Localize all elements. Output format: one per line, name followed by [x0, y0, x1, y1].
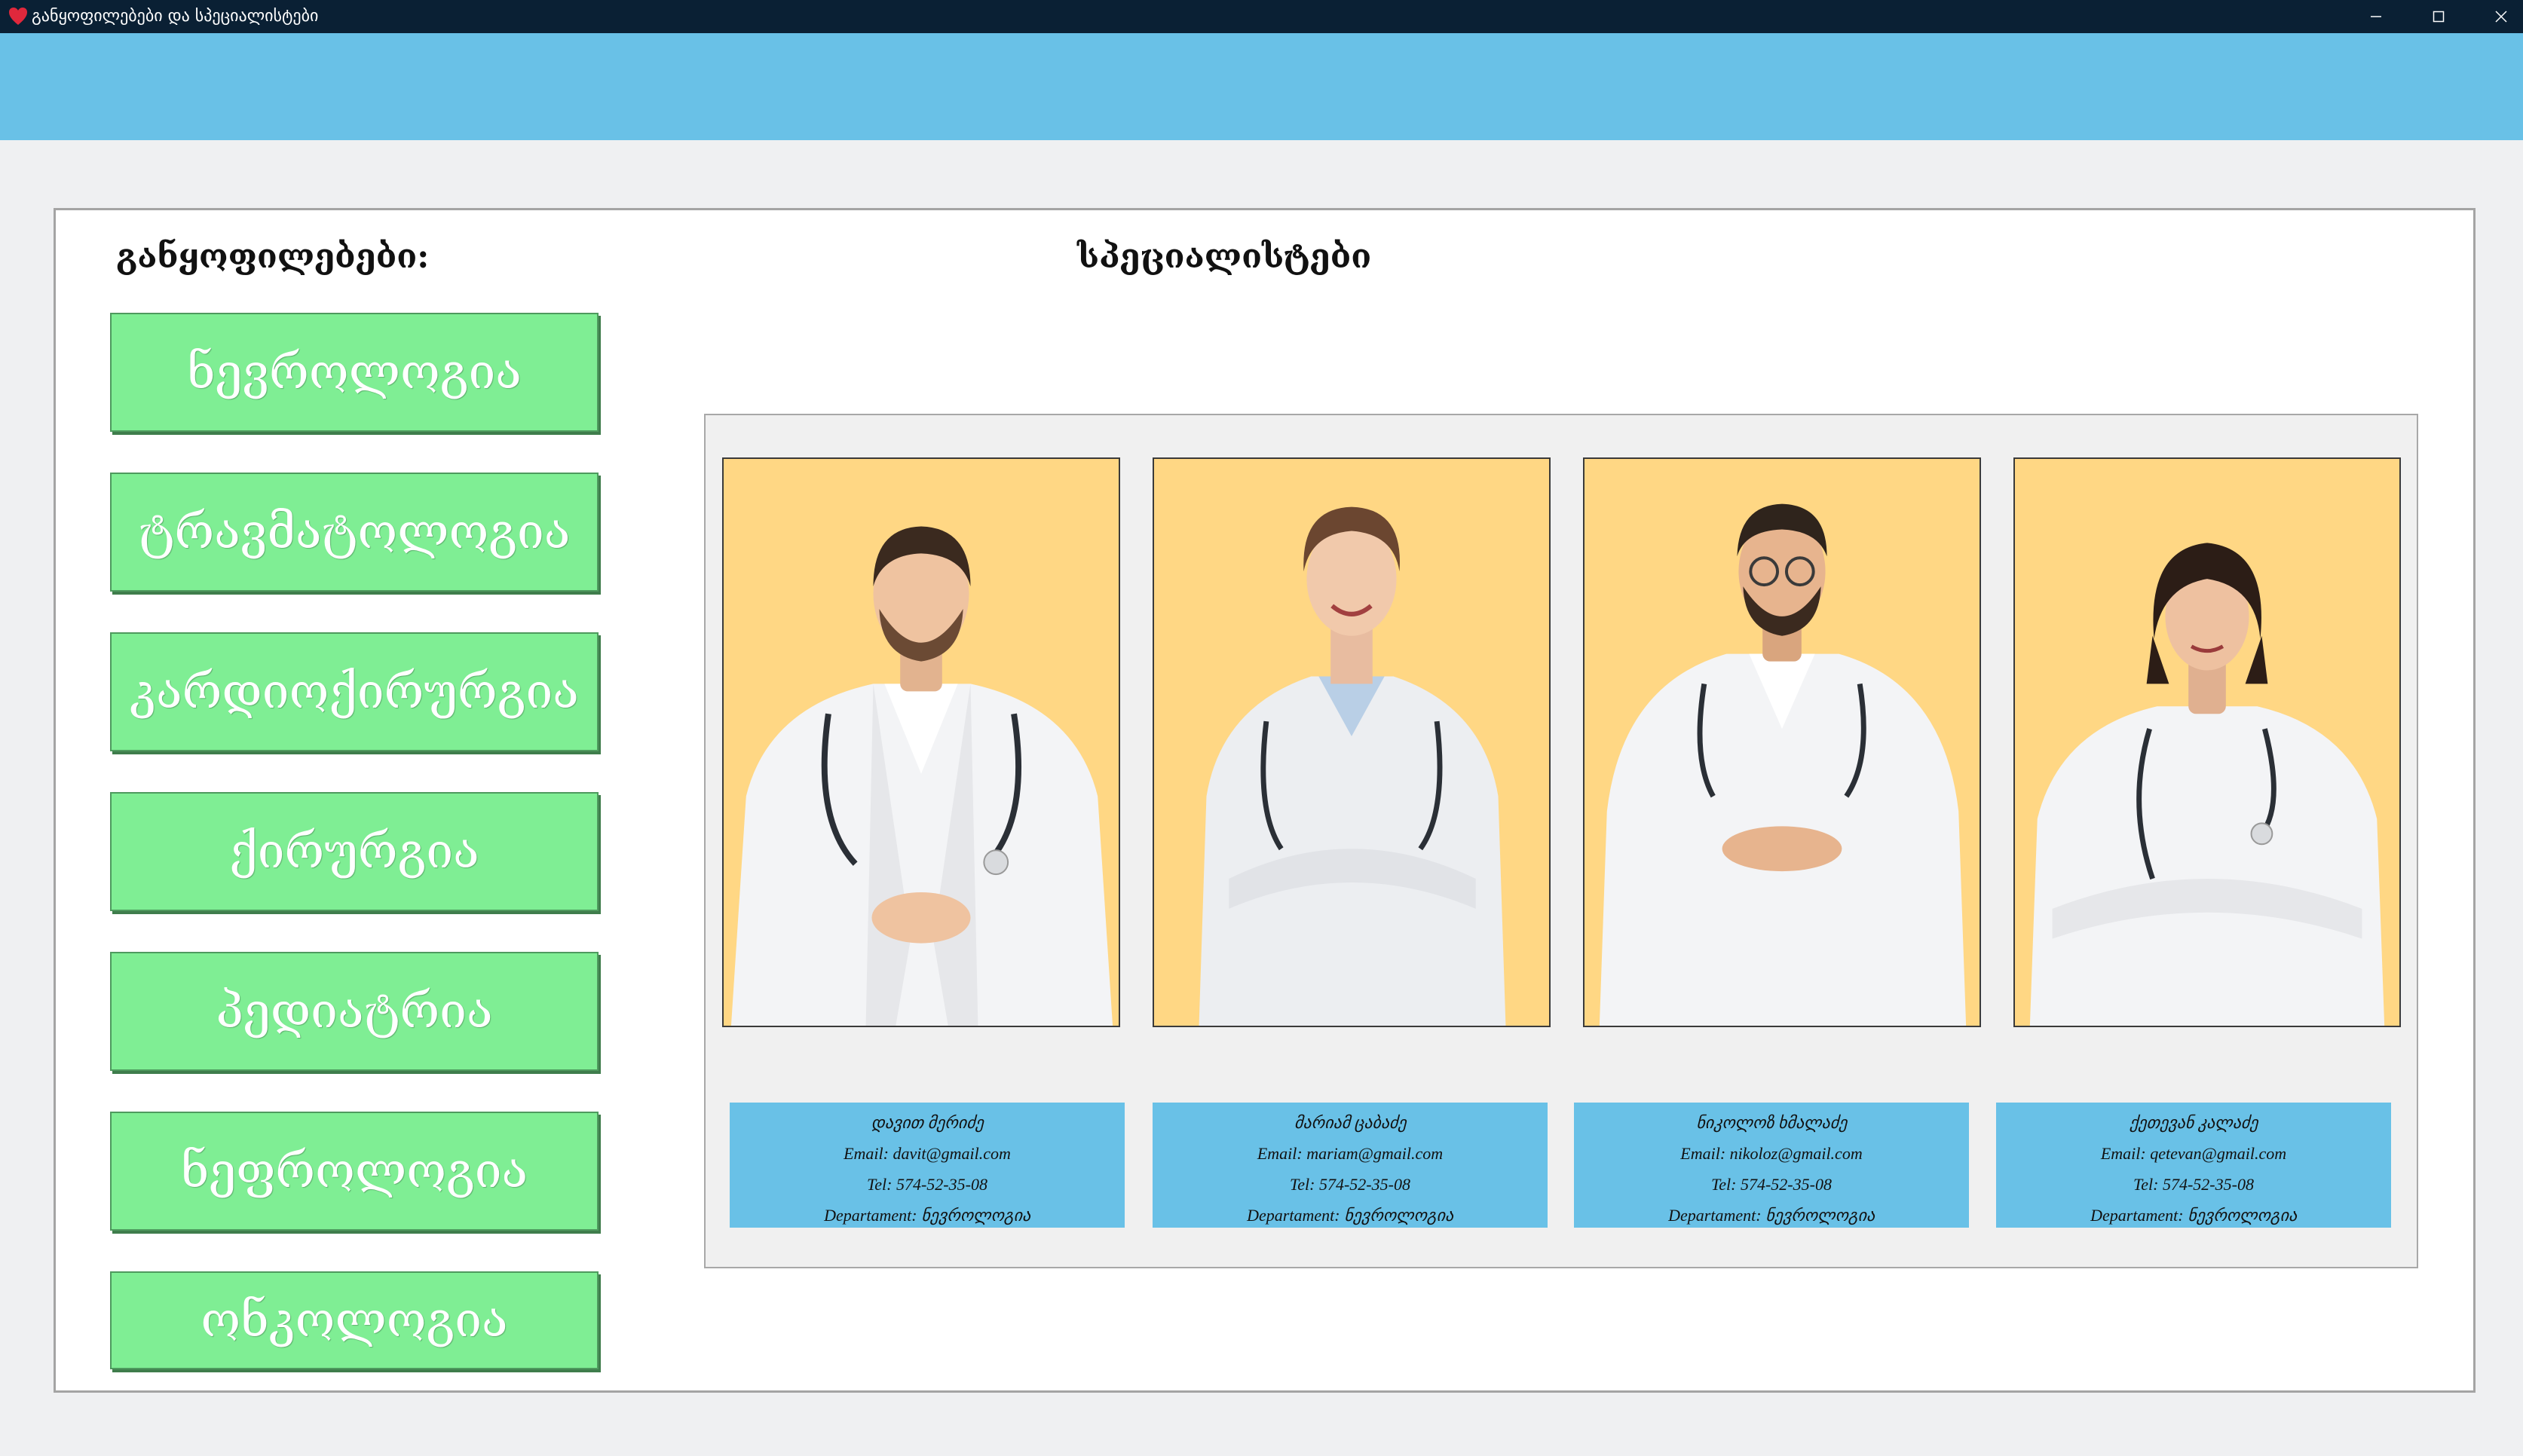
specialist-card: მარიამ ცაბაძე Email: mariam@gmail.com Te…	[1153, 1103, 1548, 1228]
specialist-name: დავით მერიძე	[871, 1113, 984, 1132]
specialist-department: Departament: ნევროლოგია	[824, 1206, 1030, 1225]
specialist-tel: Tel: 574-52-35-08	[1290, 1175, 1410, 1194]
minimize-icon	[2368, 9, 2384, 24]
specialist-tel: Tel: 574-52-35-08	[2133, 1175, 2254, 1194]
specialist-department: Departament: ნევროლოგია	[1668, 1206, 1875, 1225]
minimize-button[interactable]	[2342, 0, 2410, 33]
heart-icon	[8, 6, 29, 27]
specialist-tel: Tel: 574-52-35-08	[867, 1175, 987, 1194]
specialist-card: დავით მერიძე Email: davit@gmail.com Tel:…	[730, 1103, 1125, 1228]
specialist-tel: Tel: 574-52-35-08	[1711, 1175, 1832, 1194]
specialist-email: Email: nikoloz@gmail.com	[1680, 1144, 1863, 1163]
close-button[interactable]	[2467, 0, 2523, 33]
specialist-card: ნიკოლოზ ხმალაძე Email: nikoloz@gmail.com…	[1574, 1103, 1969, 1228]
specialist-name: ქეთევან კალაძე	[2129, 1113, 2258, 1132]
window-title: განყოფილებები და სპეციალისტები	[32, 7, 319, 26]
departments-heading: განყოფილებები:	[116, 237, 430, 276]
specialist-photo	[1153, 457, 1551, 1027]
maximize-icon	[2431, 9, 2446, 24]
header-band	[0, 33, 2523, 140]
specialist-email: Email: mariam@gmail.com	[1257, 1144, 1444, 1163]
main-panel: განყოფილებები: სპეციალისტები ნევროლოგია …	[54, 208, 2476, 1393]
specialist-photo	[2013, 457, 2401, 1027]
specialist-photo	[1583, 457, 1981, 1027]
specialist-department: Departament: ნევროლოგია	[2090, 1206, 2297, 1225]
specialist-email: Email: davit@gmail.com	[844, 1144, 1011, 1163]
specialist-card: ქეთევან კალაძე Email: qetevan@gmail.com …	[1996, 1103, 2391, 1228]
maximize-button[interactable]	[2405, 0, 2472, 33]
dept-button-oncology[interactable]: ონკოლოგია	[110, 1271, 599, 1369]
title-bar: განყოფილებები და სპეციალისტები	[0, 0, 2523, 33]
dept-button-nephrology[interactable]: ნეფროლოგია	[110, 1112, 599, 1231]
dept-button-neurology[interactable]: ნევროლოგია	[110, 313, 599, 432]
specialists-heading: სპეციალისტები	[1076, 237, 1372, 276]
dept-button-traumatology[interactable]: ტრავმატოლოგია	[110, 473, 599, 592]
close-icon	[2494, 9, 2509, 24]
specialist-name: მარიამ ცაბაძე	[1294, 1113, 1407, 1132]
specialist-name: ნიკოლოზ ხმალაძე	[1695, 1113, 1848, 1132]
dept-button-surgery[interactable]: ქირურგია	[110, 792, 599, 911]
specialist-department: Departament: ნევროლოგია	[1247, 1206, 1453, 1225]
specialist-photo	[722, 457, 1120, 1027]
specialist-email: Email: qetevan@gmail.com	[2100, 1144, 2287, 1163]
dept-button-cardiac-surgery[interactable]: კარდიოქირურგია	[110, 632, 599, 751]
dept-button-pediatrics[interactable]: პედიატრია	[110, 952, 599, 1071]
specialists-panel: დავით მერიძე Email: davit@gmail.com Tel:…	[704, 414, 2418, 1268]
